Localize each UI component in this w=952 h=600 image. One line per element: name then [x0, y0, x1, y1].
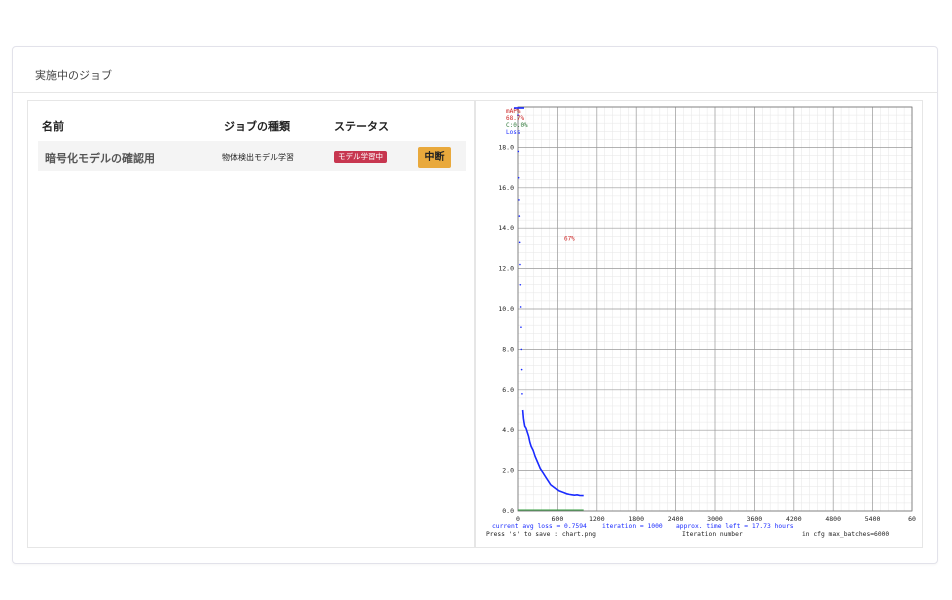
x-tick-label: 5400	[865, 515, 881, 523]
column-header-job-type: ジョブの種類	[224, 120, 290, 133]
legend-entry: 68.7%	[506, 115, 524, 122]
time-left-text: approx. time left = 17.73 hours	[676, 523, 794, 530]
max-batches-text: in cfg max_batches=6000	[802, 531, 889, 538]
loss-point	[517, 150, 520, 153]
y-tick-label: 10.0	[498, 305, 514, 313]
panel-title: 実施中のジョブ	[35, 69, 112, 82]
loss-point	[518, 199, 520, 201]
x-axis-label: Iteration number	[682, 531, 743, 538]
job-name: 暗号化モデルの確認用	[45, 152, 155, 165]
y-tick-label: 4.0	[502, 426, 514, 434]
loss-point	[518, 215, 521, 217]
y-tick-label: 2.0	[502, 467, 514, 475]
x-tick-label: 2400	[668, 515, 684, 523]
save-hint-text: Press 's' to save : chart.png	[486, 531, 596, 538]
legend-entry: Loss	[506, 129, 521, 136]
x-tick-label: 4800	[825, 515, 841, 523]
table-row: 暗号化モデルの確認用 物体検出モデル学習 モデル学習中 中断	[38, 141, 466, 171]
current-loss-text: current avg loss = 0.7594	[492, 523, 587, 530]
x-tick-label: 1800	[628, 515, 644, 523]
x-tick-label: 60	[908, 515, 916, 523]
job-type: 物体検出モデル学習	[222, 153, 294, 162]
loss-point	[519, 306, 522, 308]
stop-button[interactable]: 中断	[418, 147, 451, 168]
map-annotation: 67%	[564, 235, 575, 242]
legend-entry: C:0.0%	[506, 122, 528, 129]
loss-point	[519, 263, 521, 266]
x-tick-label: 4200	[786, 515, 802, 523]
legend-entry: mAP%	[506, 108, 521, 115]
training-loss-chart: 0.0 2.0 4.0 6.0 8.0 10.0 12.0 14.0 16.0 18.0 0 600 1…	[486, 106, 916, 538]
loss-point	[521, 393, 523, 395]
running-jobs-panel: 実施中のジョブ 名前 ジョブの種類 ステータス 暗号化モデルの確認用 物体検出モ…	[12, 46, 938, 564]
loss-point	[520, 348, 523, 351]
jobs-table: 名前 ジョブの種類 ステータス 暗号化モデルの確認用 物体検出モデル学習 モデル…	[27, 100, 475, 548]
y-tick-label: 16.0	[498, 184, 514, 192]
x-tick-label: 3600	[747, 515, 763, 523]
status-badge: モデル学習中	[334, 151, 387, 163]
x-tick-label: 3000	[707, 515, 723, 523]
x-tick-label: 0	[516, 515, 520, 523]
loss-point	[518, 241, 521, 244]
loss-point	[520, 368, 523, 371]
x-tick-label: 600	[552, 515, 564, 523]
column-header-status: ステータス	[334, 120, 389, 133]
loss-point	[517, 176, 520, 179]
x-tick-label: 1200	[589, 515, 605, 523]
column-header-name: 名前	[42, 120, 64, 133]
y-tick-label: 14.0	[498, 224, 514, 232]
y-tick-label: 6.0	[502, 386, 514, 394]
y-tick-label: 0.0	[502, 507, 514, 515]
loss-point	[520, 326, 522, 328]
training-chart-card: 0.0 2.0 4.0 6.0 8.0 10.0 12.0 14.0 16.0 18.0 0 600 1…	[475, 100, 923, 548]
loss-point	[519, 283, 522, 286]
y-tick-label: 12.0	[498, 265, 514, 273]
panel-header: 実施中のジョブ	[13, 47, 937, 93]
y-tick-label: 18.0	[498, 143, 514, 151]
y-tick-label: 8.0	[502, 345, 514, 353]
iteration-text: iteration = 1000	[602, 523, 663, 530]
loss-series-line	[521, 409, 584, 497]
